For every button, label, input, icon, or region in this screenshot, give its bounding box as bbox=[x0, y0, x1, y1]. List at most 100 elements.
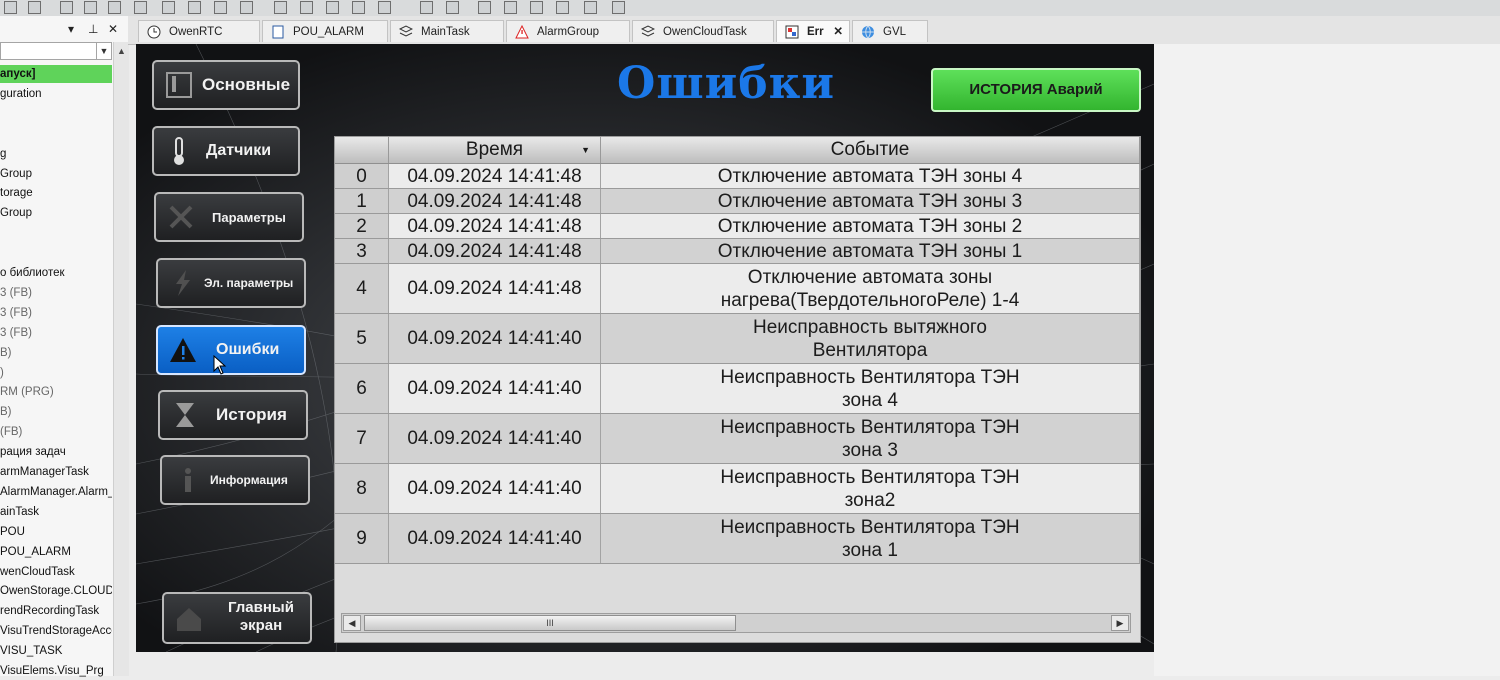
tree-dropdown[interactable]: ▼ bbox=[0, 42, 112, 60]
tree-item[interactable]: POU_ALARM bbox=[0, 543, 112, 561]
toolbar-tool-icon[interactable] bbox=[352, 1, 365, 14]
table-row[interactable]: 0 04.09.2024 14:41:48 Отключение автомата … bbox=[335, 164, 1140, 189]
tab-owencloudtask[interactable]: OwenCloudTask bbox=[632, 20, 774, 42]
toolbar-tool-icon[interactable] bbox=[612, 1, 625, 14]
toolbar-tool-icon[interactable] bbox=[478, 1, 491, 14]
tree-item[interactable]: torage bbox=[0, 184, 112, 202]
tab-gvl[interactable]: GVL bbox=[852, 20, 928, 42]
column-header-time[interactable]: Время ▼ bbox=[389, 137, 601, 163]
tree-item[interactable]: рация задач bbox=[0, 443, 112, 461]
scroll-right-icon[interactable]: ▶ bbox=[1111, 615, 1129, 631]
tree-item[interactable]: guration bbox=[0, 85, 112, 103]
tab-pou_alarm[interactable]: POU_ALARM bbox=[262, 20, 388, 42]
pin-icon[interactable]: ⊥ bbox=[88, 22, 98, 36]
toolbar-tool-icon[interactable] bbox=[134, 1, 147, 14]
tree-item[interactable] bbox=[0, 224, 112, 242]
toolbar-tool-icon[interactable] bbox=[504, 1, 517, 14]
tree-item[interactable]: ainTask bbox=[0, 503, 112, 521]
tree-item[interactable]: (FB) bbox=[0, 423, 112, 441]
tab-owenrtc[interactable]: OwenRTC bbox=[138, 20, 260, 42]
tree-item[interactable]: RM (PRG) bbox=[0, 383, 112, 401]
tree-item[interactable]: VISU_TASK bbox=[0, 642, 112, 660]
toolbar-tool-icon[interactable] bbox=[162, 1, 175, 14]
task-icon bbox=[641, 25, 655, 37]
tree-item[interactable]: 3 (FB) bbox=[0, 284, 112, 302]
nav-el-params-button[interactable]: Эл. параметры bbox=[156, 258, 306, 308]
scroll-left-icon[interactable]: ◀ bbox=[343, 615, 361, 631]
tree-item[interactable]: g bbox=[0, 145, 112, 163]
clock-icon bbox=[147, 25, 161, 39]
toolbar-tool-icon[interactable] bbox=[274, 1, 287, 14]
toolbar-tool-icon[interactable] bbox=[60, 1, 73, 14]
toolbar-tool-icon[interactable] bbox=[378, 1, 391, 14]
table-row[interactable]: 7 04.09.2024 14:41:40 Неисправность Вентил… bbox=[335, 414, 1140, 464]
toolbar-tool-icon[interactable] bbox=[240, 1, 253, 14]
table-row[interactable]: 1 04.09.2024 14:41:48 Отключение автомата … bbox=[335, 189, 1140, 214]
close-icon[interactable]: ✕ bbox=[108, 22, 118, 36]
toolbar-tool-icon[interactable] bbox=[4, 1, 17, 14]
tree-item[interactable] bbox=[0, 105, 112, 123]
toolbar-tool-icon[interactable] bbox=[300, 1, 313, 14]
nav-home-button[interactable]: Главный экран bbox=[162, 592, 312, 644]
nav-info-button[interactable]: Информация bbox=[160, 455, 310, 505]
toolbar-tool-icon[interactable] bbox=[84, 1, 97, 14]
tree-item[interactable]: VisuTrendStorageAccess bbox=[0, 622, 112, 640]
tree-item[interactable]: armManagerTask bbox=[0, 463, 112, 481]
scroll-up-icon[interactable]: ▲ bbox=[117, 46, 126, 56]
tab-err[interactable]: Err ✕ bbox=[776, 20, 850, 42]
tree-item[interactable] bbox=[0, 244, 112, 262]
panel-header: ▾ ⊥ ✕ bbox=[0, 20, 128, 38]
sort-down-icon[interactable]: ▼ bbox=[581, 137, 590, 163]
toolbar-tool-icon[interactable] bbox=[584, 1, 597, 14]
row-time: 04.09.2024 14:41:48 bbox=[389, 189, 601, 213]
tree-item[interactable]: rendRecordingTask bbox=[0, 602, 112, 620]
toolbar-tool-icon[interactable] bbox=[556, 1, 569, 14]
tree-item[interactable]: Group bbox=[0, 165, 112, 183]
tree-item[interactable]: 3 (FB) bbox=[0, 304, 112, 322]
tree-item[interactable]: OwenStorage.CLOUD_PR bbox=[0, 582, 112, 600]
tree-item[interactable]: апуск] bbox=[0, 65, 112, 83]
table-horizontal-scrollbar[interactable]: ◀ III ▶ bbox=[341, 613, 1131, 633]
tree-item[interactable]: AlarmManager.Alarm_Prg bbox=[0, 483, 112, 501]
tree-item[interactable]: 3 (FB) bbox=[0, 324, 112, 342]
tree-item[interactable]: ) bbox=[0, 364, 112, 382]
tab-maintask[interactable]: MainTask bbox=[390, 20, 504, 42]
nav-sensors-button[interactable]: Датчики bbox=[152, 126, 300, 176]
tree-item[interactable]: B) bbox=[0, 403, 112, 421]
tree-item[interactable]: wenCloudTask bbox=[0, 563, 112, 581]
toolbar-tool-icon[interactable] bbox=[214, 1, 227, 14]
alarm-history-button[interactable]: ИСТОРИЯ Аварий bbox=[931, 68, 1141, 112]
toolbar-tool-icon[interactable] bbox=[420, 1, 433, 14]
toolbar-tool-icon[interactable] bbox=[530, 1, 543, 14]
toolbar-tool-icon[interactable] bbox=[326, 1, 339, 14]
tree-scrollbar[interactable]: ▲ bbox=[113, 42, 129, 676]
chevron-down-icon[interactable]: ▼ bbox=[96, 43, 111, 59]
toolbar-tool-icon[interactable] bbox=[446, 1, 459, 14]
tree-item[interactable]: POU bbox=[0, 523, 112, 541]
nav-main-button[interactable]: Основные bbox=[152, 60, 300, 110]
panel-menu-icon[interactable]: ▾ bbox=[68, 22, 74, 36]
nav-params-button[interactable]: Параметры bbox=[154, 192, 304, 242]
table-row[interactable]: 6 04.09.2024 14:41:40 Неисправность Вентил… bbox=[335, 364, 1140, 414]
table-row[interactable]: 5 04.09.2024 14:41:40 Неисправность вытяжн… bbox=[335, 314, 1140, 364]
nav-errors-button[interactable]: Ошибки bbox=[156, 325, 306, 375]
table-row[interactable]: 4 04.09.2024 14:41:48 Отключение автомата … bbox=[335, 264, 1140, 314]
toolbar-tool-icon[interactable] bbox=[28, 1, 41, 14]
tree-item[interactable]: B) bbox=[0, 344, 112, 362]
table-row[interactable]: 8 04.09.2024 14:41:40 Неисправность Вентил… bbox=[335, 464, 1140, 514]
table-row[interactable]: 9 04.09.2024 14:41:40 Неисправность Вентил… bbox=[335, 514, 1140, 564]
tab-alarmgroup[interactable]: AlarmGroup bbox=[506, 20, 630, 42]
tree-item[interactable]: о библиотек bbox=[0, 264, 112, 282]
tree-item[interactable]: Group bbox=[0, 204, 112, 222]
table-row[interactable]: 3 04.09.2024 14:41:48 Отключение автомата … bbox=[335, 239, 1140, 264]
table-row[interactable]: 2 04.09.2024 14:41:48 Отключение автомата … bbox=[335, 214, 1140, 239]
nav-history-button[interactable]: История bbox=[158, 390, 308, 440]
scrollbar-thumb[interactable]: III bbox=[364, 615, 736, 631]
tab-close-icon[interactable]: ✕ bbox=[833, 21, 843, 43]
column-header-event[interactable]: Событие bbox=[601, 137, 1140, 163]
row-time: 04.09.2024 14:41:48 bbox=[389, 164, 601, 188]
toolbar-tool-icon[interactable] bbox=[108, 1, 121, 14]
tree-item[interactable] bbox=[0, 125, 112, 143]
toolbar-tool-icon[interactable] bbox=[188, 1, 201, 14]
tree-item[interactable]: VisuElems.Visu_Prg bbox=[0, 662, 112, 680]
